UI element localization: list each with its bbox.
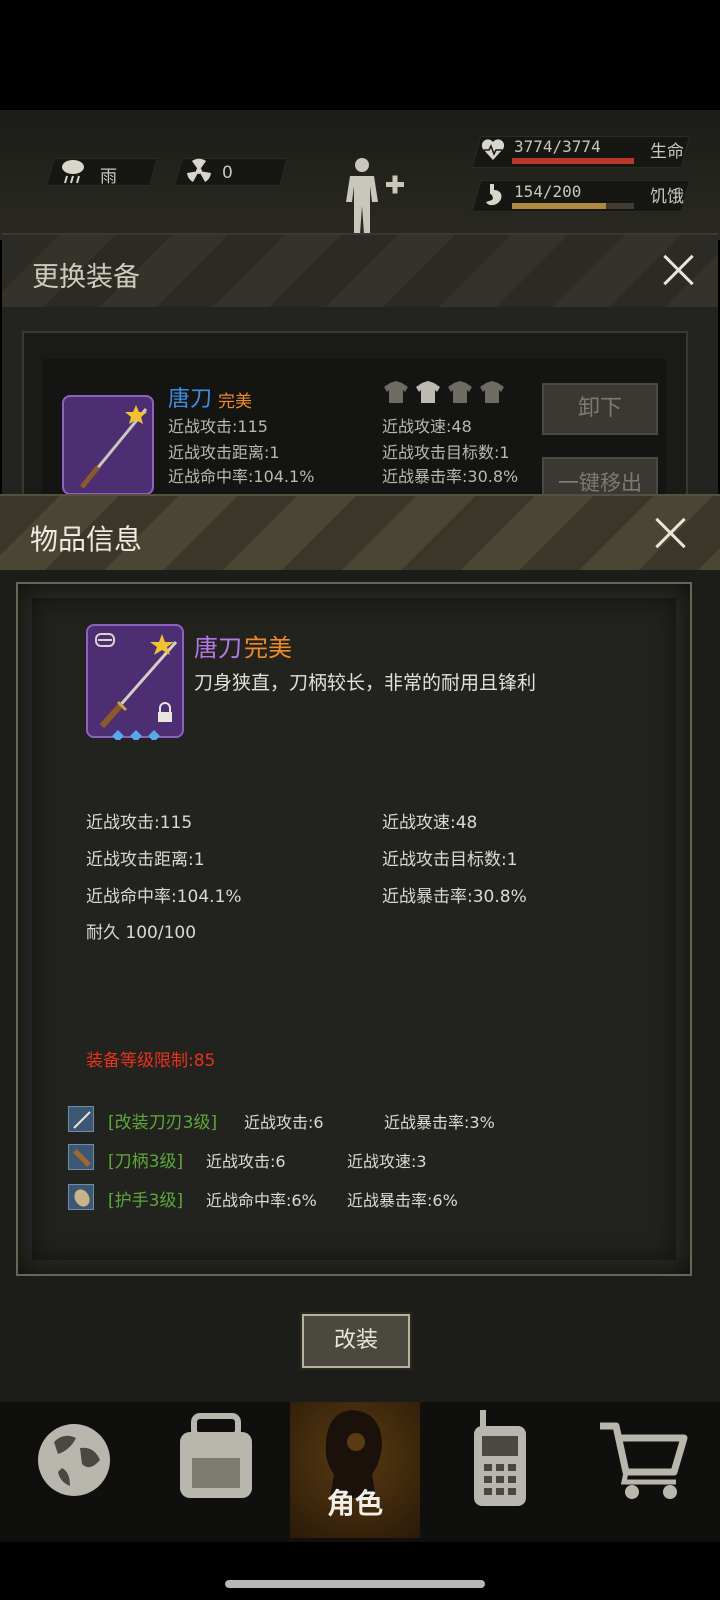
stat-target-count: 近战攻击目标数:1 [382,850,518,870]
item-quality: 完美 [244,634,292,662]
mod-stat: 近战暴击率:6% [347,1191,458,1210]
radiation-icon [187,158,211,182]
nav-character[interactable]: 角色 [290,1402,420,1538]
katana-icon [80,405,148,489]
backpack-icon [180,1413,252,1498]
equip-change-title: 更换装备 [32,262,140,293]
equipped-stat: 近战暴击率:30.8% [382,467,519,486]
hunger-bar [512,203,634,209]
equipped-item-quality: 完美 [218,392,252,412]
weather-label: 雨 [100,167,117,187]
item-info-title: 物品信息 [30,523,143,556]
bottom-nav: 角色 [0,1402,720,1542]
katana-icon [95,633,178,742]
item-icon [86,624,184,742]
status-hud: 雨 0 3774/3774 生命 154/200 饥饿 [0,110,720,240]
heart-icon [481,139,505,160]
equipped-stat: 近战攻击:115 [168,417,268,436]
stomach-icon [486,184,502,206]
health-value: 3774/3774 [514,137,601,156]
body-status-icon[interactable] [340,156,410,236]
unequip-button[interactable]: 卸下 [542,383,658,435]
mod-name: [刀柄3级] [108,1152,184,1172]
equipped-stat: 近战命中率:104.1% [168,467,315,486]
mod-stat: 近战命中率:6% [206,1191,317,1210]
stat-crit-rate: 近战暴击率:30.8% [382,887,527,907]
stat-durability: 耐久 100/100 [86,923,197,943]
equipped-item-icon[interactable] [62,395,154,495]
item-info-close-icon[interactable] [654,516,688,550]
item-info-content: 唐刀 完美 刀身狭直，刀柄较长，非常的耐用且锋利 近战攻击:115 近战攻击距离… [32,598,676,1260]
health-bar-fill [512,158,634,164]
radio-icon [474,1410,526,1506]
item-info-body: 唐刀 完美 刀身狭直，刀柄较长，非常的耐用且锋利 近战攻击:115 近战攻击距离… [16,582,692,1276]
nav-inventory[interactable] [160,1402,270,1538]
item-description: 刀身狭直，刀柄较长，非常的耐用且锋利 [194,672,537,694]
item-info-title-bar: 物品信息 [0,496,720,570]
hunger-label: 饥饿 [650,187,684,207]
mod-name: [护手3级] [108,1191,184,1211]
hunger-value: 154/200 [514,182,582,201]
equipped-stat: 近战攻击目标数:1 [382,443,510,462]
modify-button[interactable]: 改装 [302,1314,410,1368]
mod-stat: 近战攻击:6 [206,1152,286,1171]
hunger-bar-fill [512,203,606,209]
cart-icon [600,1422,688,1499]
stat-hit-rate: 近战命中率:104.1% [86,887,242,907]
mod-stat: 近战暴击率:3% [384,1113,495,1132]
globe-icon [38,1424,110,1496]
nav-shop[interactable] [590,1402,700,1538]
mod-stat: 近战攻速:3 [347,1152,427,1171]
nav-map[interactable] [20,1402,130,1538]
mod-name: [改装刀刃3级] [108,1113,218,1133]
equipped-stat: 近战攻击距离:1 [168,443,280,462]
mod-blade-icon [68,1106,94,1132]
equip-change-title-bar: 更换装备 [2,235,718,307]
nav-radio[interactable] [450,1402,550,1538]
rain-cloud-icon [62,160,84,184]
level-requirement: 装备等级限制:85 [86,1051,216,1071]
mod-stat: 近战攻击:6 [244,1113,324,1132]
nav-character-label: 角色 [326,1487,383,1520]
item-name: 唐刀 [194,634,242,662]
stat-melee-attack: 近战攻击:115 [86,813,193,833]
equip-change-close-icon[interactable] [662,253,696,287]
mod-guard-icon [68,1184,94,1210]
system-home-indicator[interactable] [225,1580,485,1588]
stat-attack-speed: 近战攻速:48 [382,813,478,833]
mod-handle-icon [68,1144,94,1170]
health-label: 生命 [650,142,684,162]
clothing-slots-icons [384,381,504,403]
equipped-item-name: 唐刀 [168,387,213,412]
equipped-item-frame: 唐刀 完美 近战攻击:115 近战攻速:48 近战攻击距离:1 近战攻击目标数:… [22,331,688,511]
equipped-stat: 近战攻速:48 [382,417,472,436]
stat-attack-range: 近战攻击距离:1 [86,850,205,870]
health-bar [512,158,634,164]
radiation-value: 0 [222,163,233,183]
item-info-dialog: 物品信息 唐刀 完美 刀身狭直，刀柄较长，非常的耐用且锋利 近战攻击:115 近… [0,494,720,1404]
